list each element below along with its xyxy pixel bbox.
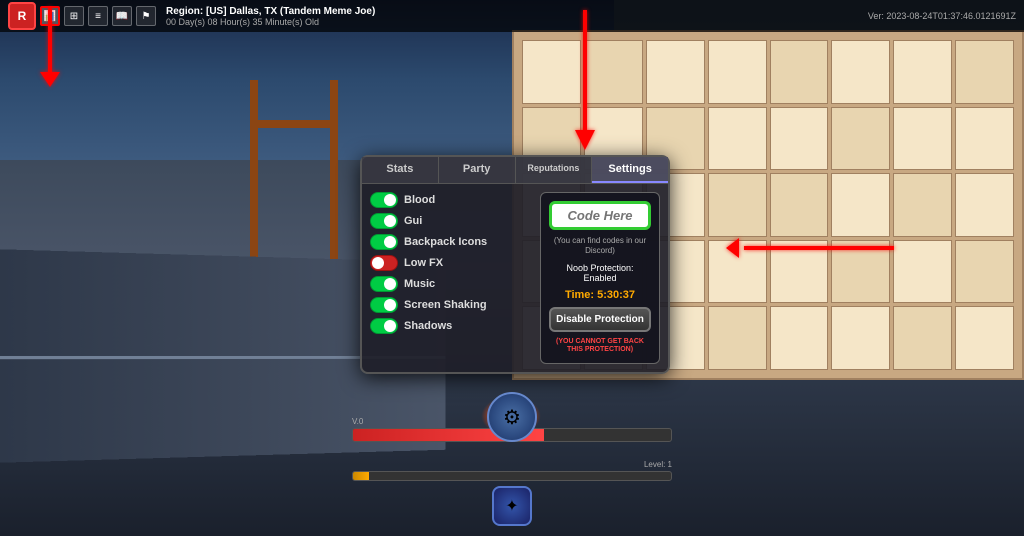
- toggle-gui: Gui: [370, 213, 532, 229]
- toggle-screenshaking-btn[interactable]: [370, 297, 398, 313]
- tab-stats[interactable]: Stats: [362, 157, 439, 183]
- arrow-right-settings: [724, 228, 904, 268]
- region-info: Region: [US] Dallas, TX (Tandem Meme Joe…: [166, 6, 375, 27]
- toggle-shadows-label: Shadows: [404, 320, 452, 332]
- toggle-gui-btn[interactable]: [370, 213, 398, 229]
- pole-crossbar: [250, 120, 330, 128]
- toggle-music-label: Music: [404, 278, 435, 290]
- toggle-music-btn[interactable]: [370, 276, 398, 292]
- protection-status: Noob Protection: Enabled: [549, 263, 651, 283]
- list-icon[interactable]: ≡: [88, 6, 108, 26]
- character-icon: ⚙: [487, 392, 537, 442]
- code-input[interactable]: [549, 201, 651, 230]
- version-info: Ver: 2023-08-24T01:37:46.0121691Z: [868, 11, 1016, 21]
- panel-tabs: Stats Party Reputations Settings: [362, 157, 668, 184]
- disable-protection-button[interactable]: Disable Protection: [549, 307, 651, 332]
- protection-time: Time: 5:30:37: [549, 289, 651, 301]
- toggle-shadows-btn[interactable]: [370, 318, 398, 334]
- toggle-screenshaking-label: Screen Shaking: [404, 299, 487, 311]
- toggle-lowfx-label: Low FX: [404, 257, 443, 269]
- health-section: V.0 ⚙: [352, 417, 672, 442]
- toggle-backpack: Backpack Icons: [370, 234, 532, 250]
- toggle-backpack-btn[interactable]: [370, 234, 398, 250]
- warning-text: (YOU CANNOT GET BACK THIS PROTECTION): [549, 338, 651, 355]
- flag-icon[interactable]: ⚑: [136, 6, 156, 26]
- game-panel: Stats Party Reputations Settings Blood G…: [360, 155, 670, 374]
- toggle-blood: Blood: [370, 192, 532, 208]
- toggle-music: Music: [370, 276, 532, 292]
- level-bar: [352, 471, 672, 481]
- code-hint: (You can find codes in our Discord): [549, 236, 651, 257]
- toggle-blood-label: Blood: [404, 194, 435, 206]
- hp-current: V.0: [352, 417, 363, 426]
- level-section: Level: 1: [352, 460, 672, 481]
- arrow-topleft: [10, 2, 90, 102]
- settings-subpanel: (You can find codes in our Discord) Noob…: [540, 192, 660, 364]
- skill-icon[interactable]: ✦: [492, 486, 532, 526]
- tab-party[interactable]: Party: [439, 157, 516, 183]
- toggle-lowfx: Low FX: [370, 255, 532, 271]
- time-online: 00 Day(s) 08 Hour(s) 35 Minute(s) Old: [166, 17, 375, 27]
- panel-body: Blood Gui Backpack Icons Low FX Music Sc…: [362, 184, 668, 372]
- level-labels: Level: 1: [352, 460, 672, 469]
- toggle-lowfx-btn[interactable]: [370, 255, 398, 271]
- level-right: Level: 1: [644, 460, 672, 469]
- toggle-screenshaking: Screen Shaking: [370, 297, 532, 313]
- toggle-gui-label: Gui: [404, 215, 422, 227]
- arrow-top-panel: [560, 5, 610, 165]
- toggle-backpack-label: Backpack Icons: [404, 236, 487, 248]
- toggle-blood-btn[interactable]: [370, 192, 398, 208]
- top-hud: R 📊 ⊞ ≡ 📖 ⚑ Region: [US] Dallas, TX (Tan…: [0, 0, 1024, 32]
- region-name: Region: [US] Dallas, TX (Tandem Meme Joe…: [166, 6, 375, 17]
- bottom-hud: V.0 ⚙ Level: 1: [352, 417, 672, 481]
- book-icon[interactable]: 📖: [112, 6, 132, 26]
- toggle-list: Blood Gui Backpack Icons Low FX Music Sc…: [370, 192, 532, 364]
- level-bar-fill: [353, 472, 369, 480]
- toggle-shadows: Shadows: [370, 318, 532, 334]
